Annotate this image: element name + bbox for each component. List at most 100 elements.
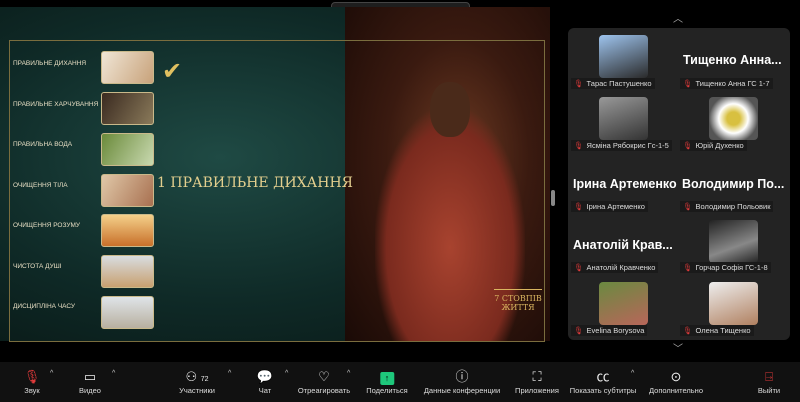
- participant-avatar-name: Анатолій Крав...: [573, 238, 673, 252]
- slide-item: ОЧИЩЕННЯ РОЗУМУ: [13, 222, 81, 229]
- slide-item: ПРАВИЛЬНЕ ДИХАННЯ: [13, 60, 87, 67]
- participants-button[interactable]: ⚇ 72 Участники: [179, 368, 215, 395]
- breathing-image: [101, 51, 154, 84]
- participant-name-text: Олена Тищенко: [695, 326, 751, 335]
- participant-name-text: Ясміна Рябокрис Гс-1-5: [586, 141, 669, 150]
- share-screen-icon: ↑: [379, 372, 394, 385]
- leave-icon: ⍈: [765, 369, 773, 384]
- participant-name: 🎙 Володимир Польовик: [680, 201, 774, 212]
- water-image: [101, 133, 154, 166]
- muted-mic-icon: 🎙: [23, 369, 41, 384]
- slide-frame: [9, 40, 545, 342]
- mind-image: [101, 214, 154, 247]
- logo: 7 СТОВПІВ ЖИТТЯ: [494, 289, 542, 333]
- soul-image: [101, 255, 154, 288]
- participant-name: 🎙 Тищенко Анна ГС 1-7: [680, 78, 773, 89]
- participant-name: 🎙 Ірина Артеменко: [571, 201, 648, 212]
- chat-icon: 💬: [256, 369, 274, 384]
- audio-label: Звук: [24, 386, 40, 395]
- participant-video: [709, 220, 758, 263]
- participant-name-text: Evelina Borysova: [586, 326, 645, 335]
- heart-icon: ♡: [318, 369, 330, 384]
- muted-mic-icon: 🎙: [574, 141, 584, 150]
- more-button[interactable]: ⊙ Дополнительно: [649, 368, 703, 395]
- participant-name-text: Тарас Пастушенко: [586, 79, 652, 88]
- muted-mic-icon: 🎙: [683, 202, 693, 211]
- time-image: [101, 296, 154, 329]
- leave-label: Выйти: [757, 386, 781, 395]
- participant-name-text: Тищенко Анна ГС 1-7: [695, 79, 770, 88]
- apps-label: Приложения: [515, 386, 559, 395]
- leave-button[interactable]: ⍈ Выйти: [758, 368, 780, 395]
- video-label: Видео: [79, 386, 101, 395]
- video-options-caret[interactable]: ^: [112, 370, 115, 377]
- more-icon: ⊙: [670, 369, 682, 384]
- participant-video: [599, 97, 648, 140]
- audio-options-caret[interactable]: ^: [50, 370, 53, 377]
- slide-item: ДИСЦИПЛІНА ЧАСУ: [13, 303, 75, 310]
- muted-mic-icon: 🎙: [574, 79, 584, 88]
- camera-icon: ▭: [83, 369, 97, 384]
- share-label: Поделиться: [366, 386, 408, 395]
- apps-icon: ⛶: [532, 369, 542, 384]
- muted-mic-icon: 🎙: [683, 326, 693, 335]
- participant-video: [709, 97, 758, 140]
- slide-item: ПРАВИЛЬНА ВОДА: [13, 141, 73, 148]
- scroll-down-icon[interactable]: ﹀: [673, 340, 683, 355]
- body-image: [101, 174, 154, 207]
- split-handle[interactable]: [551, 190, 555, 206]
- participant-name-text: Юрій Духенко: [695, 141, 744, 150]
- participants-label: Участники: [179, 386, 215, 395]
- muted-mic-icon: 🎙: [683, 141, 693, 150]
- muted-mic-icon: 🎙: [574, 326, 584, 335]
- participant-name: 🎙 Тарас Пастушенко: [571, 78, 655, 89]
- chat-label: Чат: [258, 386, 272, 395]
- muted-mic-icon: 🎙: [574, 202, 584, 211]
- info-label: Данные конференции: [423, 386, 501, 395]
- shared-screen: ПРАВИЛЬНЕ ДИХАННЯ ПРАВИЛЬНЕ ХАРЧУВАННЯ П…: [0, 7, 550, 342]
- participant-video: [709, 282, 758, 325]
- participant-name: 🎙 Юрій Духенко: [680, 140, 747, 151]
- react-label: Отреагировать: [297, 386, 351, 395]
- scroll-up-icon[interactable]: ︿: [673, 10, 683, 25]
- participant-name: 🎙 Анатолій Кравченко: [571, 262, 659, 273]
- cc-icon: ㏄: [596, 369, 610, 384]
- slide-item: ОЧИЩЕННЯ ТІЛА: [13, 182, 68, 189]
- participant-name: 🎙 Ясміна Рябокрис Гс-1-5: [571, 140, 672, 151]
- muted-mic-icon: 🎙: [574, 263, 584, 272]
- participant-name-text: Горчар Софія ГС-1-8: [695, 263, 768, 272]
- participant-name: 🎙 Олена Тищенко: [680, 325, 754, 336]
- participant-name-text: Володимир Польовик: [695, 202, 771, 211]
- participants-icon: ⚇ 72: [185, 369, 209, 384]
- participant-video: [599, 282, 648, 325]
- info-icon: ⓘ: [455, 369, 469, 384]
- meeting-toolbar: 🎙 Звук ^ ▭ Видео ^ ⚇ 72 Участники ^ 💬 Чат ^ …: [0, 362, 800, 402]
- muted-mic-icon: 🎙: [683, 79, 693, 88]
- apps-button[interactable]: ⛶ Приложения: [515, 368, 559, 395]
- food-image: [101, 92, 154, 125]
- video-button[interactable]: ▭ Видео: [79, 368, 101, 395]
- react-options-caret[interactable]: ^: [347, 370, 350, 377]
- participant-avatar-name: Тищенко Анна...: [683, 53, 782, 67]
- captions-label: Показать субтитры: [569, 386, 637, 395]
- slide-item: ЧИСТОТА ДУШІ: [13, 263, 62, 270]
- audio-button[interactable]: 🎙 Звук: [24, 368, 41, 395]
- participant-video: [599, 35, 648, 78]
- slide-item: ПРАВИЛЬНЕ ХАРЧУВАННЯ: [13, 101, 99, 108]
- participant-name: 🎙 Горчар Софія ГС-1-8: [680, 262, 771, 273]
- chat-options-caret[interactable]: ^: [285, 370, 288, 377]
- react-button[interactable]: ♡ Отреагировать: [298, 368, 350, 395]
- captions-options-caret[interactable]: ^: [631, 370, 634, 377]
- chat-button[interactable]: 💬 Чат: [257, 368, 273, 395]
- muted-mic-icon: 🎙: [683, 263, 693, 272]
- participant-avatar-name: Володимир По...: [682, 177, 785, 191]
- participant-name-text: Анатолій Кравченко: [586, 263, 656, 272]
- check-icon: ✔: [162, 58, 183, 85]
- participants-options-caret[interactable]: ^: [228, 370, 231, 377]
- participant-name-text: Ірина Артеменко: [586, 202, 645, 211]
- participant-name: 🎙 Evelina Borysova: [571, 325, 648, 336]
- more-label: Дополнительно: [649, 386, 703, 395]
- meeting-info-button[interactable]: ⓘ Данные конференции: [424, 368, 500, 395]
- share-button[interactable]: ↑ Поделиться: [366, 368, 408, 395]
- captions-button[interactable]: ㏄ Показать субтитры: [570, 368, 636, 395]
